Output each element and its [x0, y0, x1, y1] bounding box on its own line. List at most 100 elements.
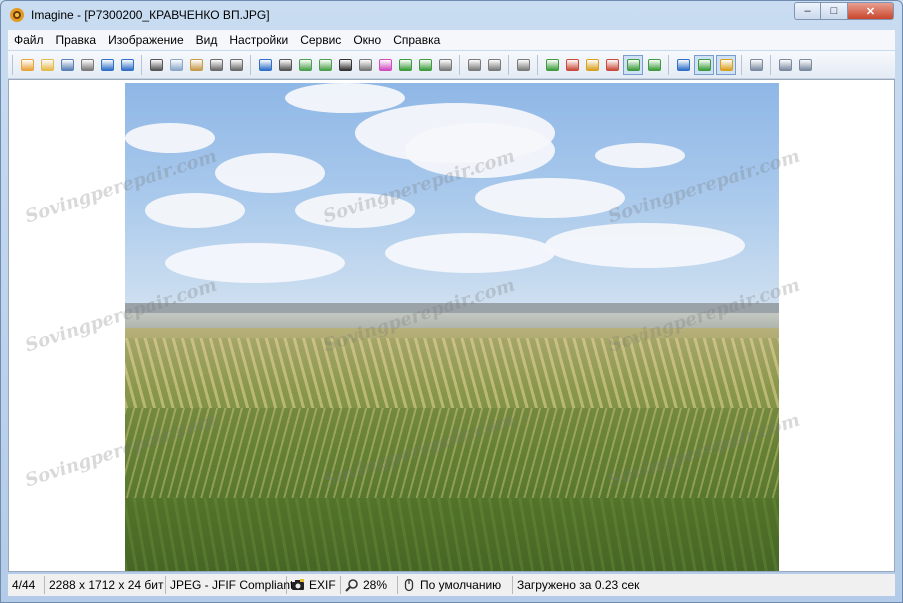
save-icon	[60, 58, 74, 71]
toolbar-separator	[741, 54, 742, 75]
options-icon	[798, 58, 812, 71]
export-button[interactable]	[296, 56, 314, 74]
maximize-button[interactable]: □	[821, 2, 848, 20]
color-icon	[378, 58, 392, 71]
status-zoom[interactable]: 28%	[341, 576, 398, 594]
rotate-down-icon	[398, 58, 412, 71]
window-controls: – □ ✕	[794, 2, 894, 20]
page-left-button[interactable]	[465, 56, 483, 74]
import-button[interactable]	[316, 56, 334, 74]
status-mode[interactable]: По умолчанию	[398, 576, 513, 594]
zoom-in-button[interactable]	[543, 56, 561, 74]
menu-file[interactable]: Файл	[8, 30, 50, 50]
menu-settings[interactable]: Настройки	[223, 30, 294, 50]
grayscale-button[interactable]	[336, 56, 354, 74]
flip-button[interactable]	[436, 56, 454, 74]
options-button[interactable]	[796, 56, 814, 74]
window-title: Imagine - [P7300200_КРАВЧЕНКО ВП.JPG]	[31, 8, 270, 22]
monitor-icon	[676, 58, 690, 71]
edit-pencil-button[interactable]	[716, 54, 736, 75]
toolbar-separator	[668, 54, 669, 75]
cut-button[interactable]	[147, 56, 165, 74]
toolbar-separator	[770, 54, 771, 75]
thumbnails-button[interactable]	[694, 54, 714, 75]
page-right-icon	[487, 58, 501, 71]
open-folder-button[interactable]	[38, 56, 56, 74]
app-window: Imagine - [P7300200_КРАВЧЕНКО ВП.JPG] – …	[0, 0, 903, 603]
menu-bar: Файл Правка Изображение Вид Настройки Сервис О…	[8, 30, 895, 50]
menu-tools[interactable]: Сервис	[294, 30, 347, 50]
slideshow-button[interactable]	[603, 56, 621, 74]
fit-window-icon	[626, 58, 640, 71]
toolbar-separator	[459, 54, 460, 75]
camera-button[interactable]	[276, 56, 294, 74]
adjust-button[interactable]	[356, 56, 374, 74]
title-bar[interactable]: Imagine - [P7300200_КРАВЧЕНКО ВП.JPG] – …	[1, 1, 902, 29]
status-position: 4/44	[8, 576, 45, 594]
wrench-icon	[749, 58, 763, 71]
undo-icon	[209, 58, 223, 71]
open-folder-icon	[40, 58, 54, 71]
status-exif[interactable]: EXIF	[287, 576, 341, 594]
new-icon	[20, 58, 34, 71]
close-button[interactable]: ✕	[848, 2, 894, 20]
info-icon	[258, 58, 272, 71]
paste-button[interactable]	[187, 56, 205, 74]
edit-pencil-icon	[719, 58, 733, 71]
info-button[interactable]	[256, 56, 274, 74]
next-button[interactable]	[118, 56, 136, 74]
image-viewport[interactable]: Sovingperepair.com Sovingperepair.com So…	[8, 79, 895, 572]
save-button[interactable]	[58, 56, 76, 74]
status-load-time: Загружено за 0.23 сек	[517, 578, 640, 592]
toolbar	[8, 51, 895, 79]
status-format: JPEG - JFIF Compliant	[166, 576, 293, 594]
wrench-button[interactable]	[747, 56, 765, 74]
magic-icon	[585, 58, 599, 71]
crop-button[interactable]	[514, 56, 532, 74]
plugin-button[interactable]	[776, 56, 794, 74]
menu-window[interactable]: Окно	[347, 30, 387, 50]
magic-button[interactable]	[583, 56, 601, 74]
undo-button[interactable]	[207, 56, 225, 74]
toolbar-separator	[141, 54, 142, 75]
toolbar-separator	[508, 54, 509, 75]
status-bar: 4/44 2288 x 1712 x 24 бит JPEG - JFIF Co…	[8, 574, 895, 596]
page-right-button[interactable]	[485, 56, 503, 74]
rotate-down-button[interactable]	[396, 56, 414, 74]
app-logo-icon	[9, 7, 25, 23]
magnifier-icon	[345, 578, 359, 592]
print-icon	[80, 58, 94, 71]
status-mode-label: По умолчанию	[420, 578, 502, 592]
toolbar-separator	[537, 54, 538, 75]
rotate-up-icon	[418, 58, 432, 71]
rotate-up-button[interactable]	[416, 56, 434, 74]
new-button[interactable]	[18, 56, 36, 74]
zoom-in-icon	[545, 58, 559, 71]
menu-view[interactable]: Вид	[190, 30, 224, 50]
paste-icon	[189, 58, 203, 71]
menu-image[interactable]: Изображение	[102, 30, 190, 50]
previous-button[interactable]	[98, 56, 116, 74]
actual-size-button[interactable]	[645, 56, 663, 74]
cut-icon	[149, 58, 163, 71]
copy-icon	[169, 58, 183, 71]
import-icon	[318, 58, 332, 71]
camera-icon	[291, 578, 305, 592]
actual-size-icon	[647, 58, 661, 71]
adjust-icon	[358, 58, 372, 71]
crop-icon	[516, 58, 530, 71]
print-button[interactable]	[78, 56, 96, 74]
toolbar-grip[interactable]	[12, 54, 13, 75]
monitor-button[interactable]	[674, 56, 692, 74]
color-button[interactable]	[376, 56, 394, 74]
menu-edit[interactable]: Правка	[50, 30, 103, 50]
zoom-out-button[interactable]	[563, 56, 581, 74]
flip-icon	[438, 58, 452, 71]
status-dimensions: 2288 x 1712 x 24 бит	[45, 576, 166, 594]
redo-button[interactable]	[227, 56, 245, 74]
menu-help[interactable]: Справка	[387, 30, 446, 50]
status-exif-label: EXIF	[309, 578, 336, 592]
copy-button[interactable]	[167, 56, 185, 74]
fit-window-button[interactable]	[623, 54, 643, 75]
minimize-button[interactable]: –	[794, 2, 821, 20]
